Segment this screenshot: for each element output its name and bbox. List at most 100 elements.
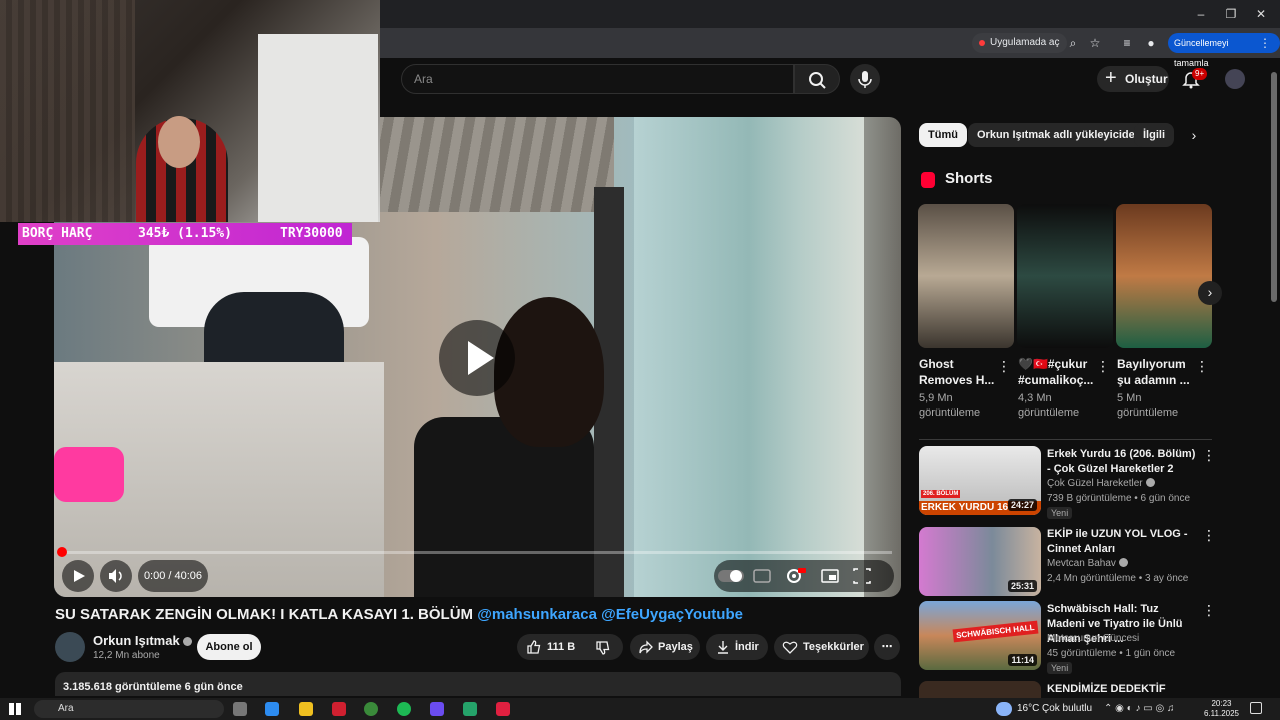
video-title[interactable]: EKİP ile UZUN YOL VLOG - Cinnet Anları: [1047, 527, 1197, 557]
short-thumb-2[interactable]: [1017, 204, 1113, 348]
account-avatar[interactable]: [1225, 69, 1245, 89]
zoom-icon[interactable]: ⌕: [1064, 34, 1082, 52]
channel-name[interactable]: Mevtcan Bahav: [1047, 558, 1128, 569]
search-input[interactable]: Ara: [401, 64, 794, 94]
file-explorer-icon[interactable]: [299, 702, 313, 716]
volume-icon: [109, 569, 122, 583]
notification-badge: 9+: [1192, 68, 1208, 80]
app-icon[interactable]: [496, 702, 510, 716]
taskbar-search[interactable]: Ara: [34, 700, 224, 718]
subscribe-button[interactable]: Abone ol: [197, 634, 261, 660]
voice-search-button[interactable]: [850, 64, 880, 94]
notification-center-icon[interactable]: [1250, 702, 1262, 714]
thumb-up-icon: [527, 640, 541, 654]
verified-icon: [1118, 558, 1128, 567]
short-views: 5 Mn görüntüleme: [1117, 392, 1179, 419]
channel-name[interactable]: Orkun Işıtmak: [93, 633, 192, 648]
more-icon[interactable]: ⋮: [1202, 527, 1216, 544]
search-button[interactable]: [794, 64, 840, 94]
short-views: 4,3 Mn görüntüleme: [1018, 392, 1080, 419]
profile-icon[interactable]: ●: [1142, 34, 1160, 52]
opera-icon[interactable]: [332, 702, 346, 716]
verified-icon: [1145, 478, 1155, 487]
mention-link-2[interactable]: @EfeUygaçYoutube: [601, 606, 743, 623]
short-more-icon[interactable]: ⋮: [1195, 358, 1209, 375]
copilot-icon[interactable]: [265, 702, 279, 716]
clock[interactable]: 20:23 6.11.2025: [1204, 699, 1239, 719]
play-button[interactable]: [62, 560, 94, 592]
video-thumbnail[interactable]: SCHWÄBISCH HALL 11:14: [919, 601, 1041, 670]
miniplayer-icon[interactable]: [821, 569, 839, 583]
shorts-heading: Shorts: [919, 170, 993, 188]
duration-badge: 11:14: [1008, 654, 1037, 666]
progress-scrubber[interactable]: [57, 547, 67, 557]
chevron-right-icon[interactable]: ›: [1182, 123, 1206, 147]
short-views: 5,9 Mn görüntüleme: [919, 392, 981, 419]
webcam-overlay: [0, 0, 380, 222]
mention-link-1[interactable]: @mahsunkaraca: [477, 606, 597, 623]
media-icon[interactable]: ≡: [1118, 34, 1136, 52]
short-title[interactable]: Ghost Removes H...: [919, 356, 997, 388]
short-more-icon[interactable]: ⋮: [1096, 358, 1110, 375]
channel-avatar[interactable]: [55, 632, 85, 662]
thumb-down-icon[interactable]: [595, 640, 611, 656]
close-icon[interactable]: ✕: [1246, 4, 1276, 24]
chip-related[interactable]: İlgili: [1134, 123, 1174, 147]
big-play-button[interactable]: [439, 320, 515, 396]
video-title[interactable]: Erkek Yurdu 16 (206. Bölüm) - Çok Güzel …: [1047, 447, 1197, 477]
time-display: 0:00 / 40:06: [138, 560, 208, 592]
more-actions-button[interactable]: ⋯: [874, 634, 900, 660]
short-more-icon[interactable]: ⋮: [997, 358, 1011, 375]
short-title[interactable]: Bayılıyorum şu adamın ...: [1117, 356, 1195, 388]
windows-start-icon[interactable]: [9, 703, 21, 715]
weather-text[interactable]: Çok bulutlu: [1042, 698, 1092, 720]
bookmark-star-icon[interactable]: ☆: [1086, 34, 1104, 52]
ticker-value: 345₺ (1.15%): [138, 226, 232, 241]
weather-icon: [996, 702, 1012, 716]
short-thumb-3[interactable]: [1116, 204, 1212, 348]
short-title[interactable]: 🖤🇹🇷#çukur #cumalikoç...: [1018, 356, 1096, 388]
page-scrollbar[interactable]: [1270, 62, 1278, 692]
open-in-app-button[interactable]: Uygulamada aç: [972, 33, 1068, 53]
task-view-icon[interactable]: [233, 702, 247, 716]
like-button[interactable]: 111 B: [517, 634, 623, 660]
chip-all[interactable]: Tümü: [919, 123, 967, 147]
video-thumbnail[interactable]: 206. BÖLÜM ERKEK YURDU 16 24:27: [919, 446, 1041, 515]
duration-badge: 24:27: [1007, 499, 1037, 511]
video-meta: 45 görüntüleme • 1 gün önce: [1047, 648, 1176, 659]
more-icon[interactable]: ⋮: [1202, 602, 1216, 619]
channel-name[interactable]: Motorcunun Güncesi: [1047, 633, 1139, 644]
create-button[interactable]: Oluştur: [1097, 65, 1169, 92]
fullscreen-icon[interactable]: [853, 568, 871, 584]
video-meta: 2,4 Mn görüntüleme • 3 ay önce: [1047, 573, 1189, 584]
restore-icon[interactable]: ❐: [1216, 4, 1246, 24]
video-thumbnail[interactable]: [919, 681, 1041, 698]
download-button[interactable]: İndir: [706, 634, 768, 660]
app-icon[interactable]: [463, 702, 477, 716]
thanks-button[interactable]: Teşekkürler: [774, 634, 869, 660]
subtitles-icon[interactable]: [753, 569, 771, 583]
menu-icon[interactable]: ⋮: [1256, 34, 1274, 52]
progress-bar[interactable]: [62, 551, 892, 554]
shorts-next-button[interactable]: ›: [1198, 281, 1222, 305]
volume-button[interactable]: [100, 560, 132, 592]
temperature[interactable]: 16°C: [1017, 698, 1039, 720]
more-icon[interactable]: ⋮: [1202, 447, 1216, 464]
video-thumbnail[interactable]: 25:31: [919, 527, 1041, 596]
chrome-icon[interactable]: [364, 702, 378, 716]
share-button[interactable]: Paylaş: [630, 634, 700, 660]
like-count: 111 B: [547, 641, 576, 653]
minimize-icon[interactable]: –: [1186, 4, 1216, 24]
new-badge: Yeni: [1047, 507, 1073, 519]
autoplay-toggle-icon[interactable]: [718, 570, 744, 582]
tray-icons[interactable]: ⌃ ◉ ◐ ♪ ▭ ◎ ♫: [1104, 698, 1175, 720]
short-thumb-1[interactable]: [918, 204, 1014, 348]
description-box[interactable]: 3.185.618 görüntüleme 6 gün önce: [55, 672, 901, 696]
chip-from-uploader[interactable]: Orkun Işıtmak adlı yükleyiciden: [968, 123, 1151, 147]
channel-name[interactable]: Çok Güzel Hareketler: [1047, 478, 1155, 489]
spotify-icon[interactable]: [397, 702, 411, 716]
ticker-label: BORÇ HARÇ: [22, 226, 93, 241]
donation-ticker: BORÇ HARÇ 345₺ (1.15%) TRY30000: [18, 223, 352, 245]
discord-icon[interactable]: [430, 702, 444, 716]
settings-gear-icon[interactable]: [787, 568, 806, 583]
